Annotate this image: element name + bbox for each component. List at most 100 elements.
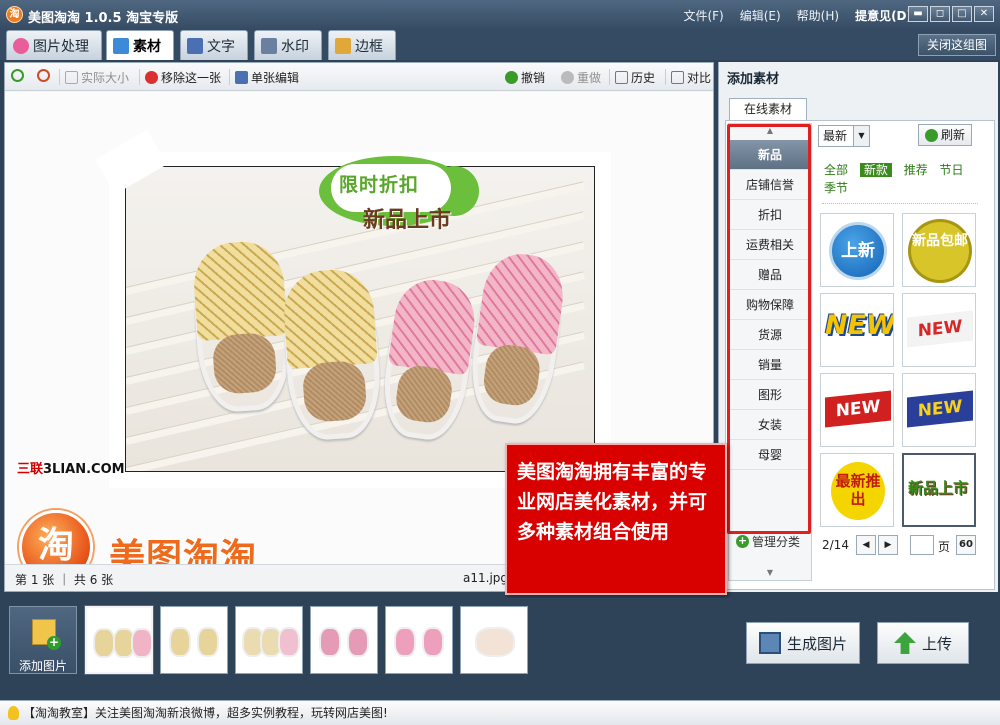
tab-watermark[interactable]: 水印	[254, 30, 322, 60]
thumbnail-3[interactable]	[235, 606, 303, 674]
remove-image-button[interactable]: 移除这一张	[145, 69, 221, 86]
thumb-slipper	[169, 627, 191, 657]
close-group-button[interactable]: 关闭这组图	[917, 34, 996, 56]
subcat-all[interactable]: 全部	[824, 163, 848, 177]
next-page-icon[interactable]: ▶	[878, 535, 898, 555]
generate-image-button[interactable]: 生成图片	[746, 622, 860, 664]
image-edit-icon	[13, 37, 29, 54]
lightbulb-icon	[8, 706, 19, 720]
menu-toggle-icon[interactable]: ▬	[908, 6, 928, 22]
tab-label: 素材	[133, 38, 161, 55]
watermark-black-text: 3LIAN.COM	[43, 462, 125, 477]
photo-preview[interactable]: 限时折扣 新品上市	[95, 129, 611, 488]
material-xinpin: 新品上市	[908, 479, 969, 497]
undo-icon	[505, 71, 518, 84]
actual-size-button[interactable]: 实际大小	[65, 69, 129, 86]
plus-icon: +	[736, 534, 749, 548]
tab-border[interactable]: 边框	[328, 30, 396, 60]
tips-bar: 【淘淘教室】关注美图淘淘新浪微博，超多实例教程，玩转网店美图!	[0, 700, 1000, 725]
watermark-icon	[261, 37, 277, 54]
minimize-icon[interactable]: ◻	[930, 6, 950, 22]
menu-edit[interactable]: 编辑(E)	[740, 7, 781, 24]
actual-size-icon	[65, 71, 78, 84]
material-item[interactable]: 上新	[820, 213, 894, 287]
tab-label: 边框	[355, 38, 383, 55]
category-highlight-box	[727, 124, 811, 534]
thumbnail-4[interactable]	[310, 606, 378, 674]
zoom-out-button[interactable]	[37, 69, 50, 82]
material-item[interactable]: NEW	[820, 373, 894, 447]
subcat-recommend[interactable]: 推荐	[904, 163, 928, 177]
tab-label: 文字	[207, 38, 235, 55]
page-input[interactable]	[910, 535, 934, 555]
feature-callout: 美图淘淘拥有丰富的专业网店美化素材，并可多种素材组合使用	[505, 443, 727, 595]
tab-material[interactable]: 素材	[106, 30, 174, 60]
watermark-red-text: 三联	[17, 462, 44, 477]
thumbnail-5[interactable]	[385, 606, 453, 674]
main-tabs: 图片处理 素材 文字 水印 边框 关闭这组图	[0, 30, 1000, 60]
compare-button[interactable]: 对比	[671, 69, 711, 86]
thumbnail-6[interactable]	[460, 606, 528, 674]
tips-text[interactable]: 【淘淘教室】关注美图淘淘新浪微博，超多实例教程，玩转网店美图!	[23, 701, 388, 725]
sort-value: 最新	[823, 129, 848, 143]
tab-image-edit[interactable]: 图片处理	[6, 30, 102, 60]
thumbnail-1[interactable]	[85, 606, 153, 674]
subcat-new[interactable]: 新款	[859, 163, 892, 177]
refresh-button[interactable]: 刷新	[918, 124, 973, 146]
page-info: 第 1 张 ｜ 共 6 张	[15, 573, 114, 587]
tab-online-material[interactable]: 在线素材	[729, 98, 808, 120]
toolbar-divider	[609, 69, 610, 85]
sale-sticker[interactable]: 限时折扣 新品上市	[319, 156, 489, 234]
subcat-holiday[interactable]: 节日	[940, 163, 964, 177]
actual-size-label: 实际大小	[81, 71, 130, 85]
thumbnail-2[interactable]	[160, 606, 228, 674]
title-bar: 淘 美图淘淘 1.0.5 淘宝专版 文件(F) 编辑(E) 帮助(H) 提意见(…	[0, 0, 1000, 30]
prev-page-icon[interactable]: ◀	[856, 535, 876, 555]
generate-image-icon	[758, 632, 781, 654]
go-page-button[interactable]: 60	[956, 535, 976, 555]
panel-title: 添加素材	[727, 72, 780, 87]
material-item[interactable]: NEW	[902, 293, 976, 367]
subcat-season[interactable]: 季节	[824, 181, 848, 195]
undo-label: 撤销	[521, 71, 546, 85]
undo-button[interactable]: 撤销	[505, 69, 545, 86]
zoom-in-icon	[11, 69, 24, 82]
material-item[interactable]: 最新推出	[820, 453, 894, 527]
menu-help[interactable]: 帮助(H)	[797, 7, 839, 24]
material-item[interactable]: 新品包邮	[902, 213, 976, 287]
thumb-slipper	[93, 628, 115, 658]
material-new-yellow: NEW	[825, 310, 894, 341]
file-name: a11.jpg	[463, 571, 509, 585]
manage-category-button[interactable]: + 管理分类	[736, 533, 800, 550]
close-icon[interactable]: ✕	[974, 6, 994, 22]
zoom-in-button[interactable]	[11, 69, 24, 82]
material-item[interactable]: NEW	[820, 293, 894, 367]
sort-select[interactable]: 最新 ▼	[818, 125, 870, 147]
history-button[interactable]: 历史	[615, 69, 655, 86]
tab-text[interactable]: 文字	[180, 30, 248, 60]
thumb-slipper	[394, 627, 416, 657]
brand-text: 美图淘淘	[109, 537, 258, 564]
sticker-text-discount: 限时折扣	[339, 174, 420, 196]
add-image-button[interactable]: 添加图片	[9, 606, 77, 674]
slipper-pink-1	[377, 274, 481, 444]
compare-label: 对比	[687, 71, 712, 85]
material-hot: 最新推出	[831, 462, 885, 520]
single-edit-label: 单张编辑	[251, 71, 300, 85]
menu-file[interactable]: 文件(F)	[683, 7, 723, 24]
manage-label: 管理分类	[752, 535, 801, 549]
maximize-icon[interactable]: □	[952, 6, 972, 22]
scroll-down-icon[interactable]: ▼	[729, 566, 811, 580]
material-item[interactable]: NEW	[902, 373, 976, 447]
sticker-text-new: 新品上市	[363, 208, 452, 233]
history-label: 历史	[631, 71, 656, 85]
meitu-logo-icon: 淘	[19, 510, 93, 564]
upload-button[interactable]: 上传	[877, 622, 969, 664]
material-new-red: NEW	[825, 390, 891, 428]
single-edit-button[interactable]: 单张编辑	[235, 69, 299, 86]
app-title: 美图淘淘 1.0.5 淘宝专版	[28, 11, 179, 26]
redo-button[interactable]: 重做	[561, 69, 601, 86]
material-item-selected[interactable]: 新品上市	[902, 453, 976, 527]
editor-toolbar: 实际大小 移除这一张 单张编辑 撤销 重做 历史 对比	[5, 63, 713, 91]
menu-feedback[interactable]: 提意见(D)	[855, 7, 912, 24]
